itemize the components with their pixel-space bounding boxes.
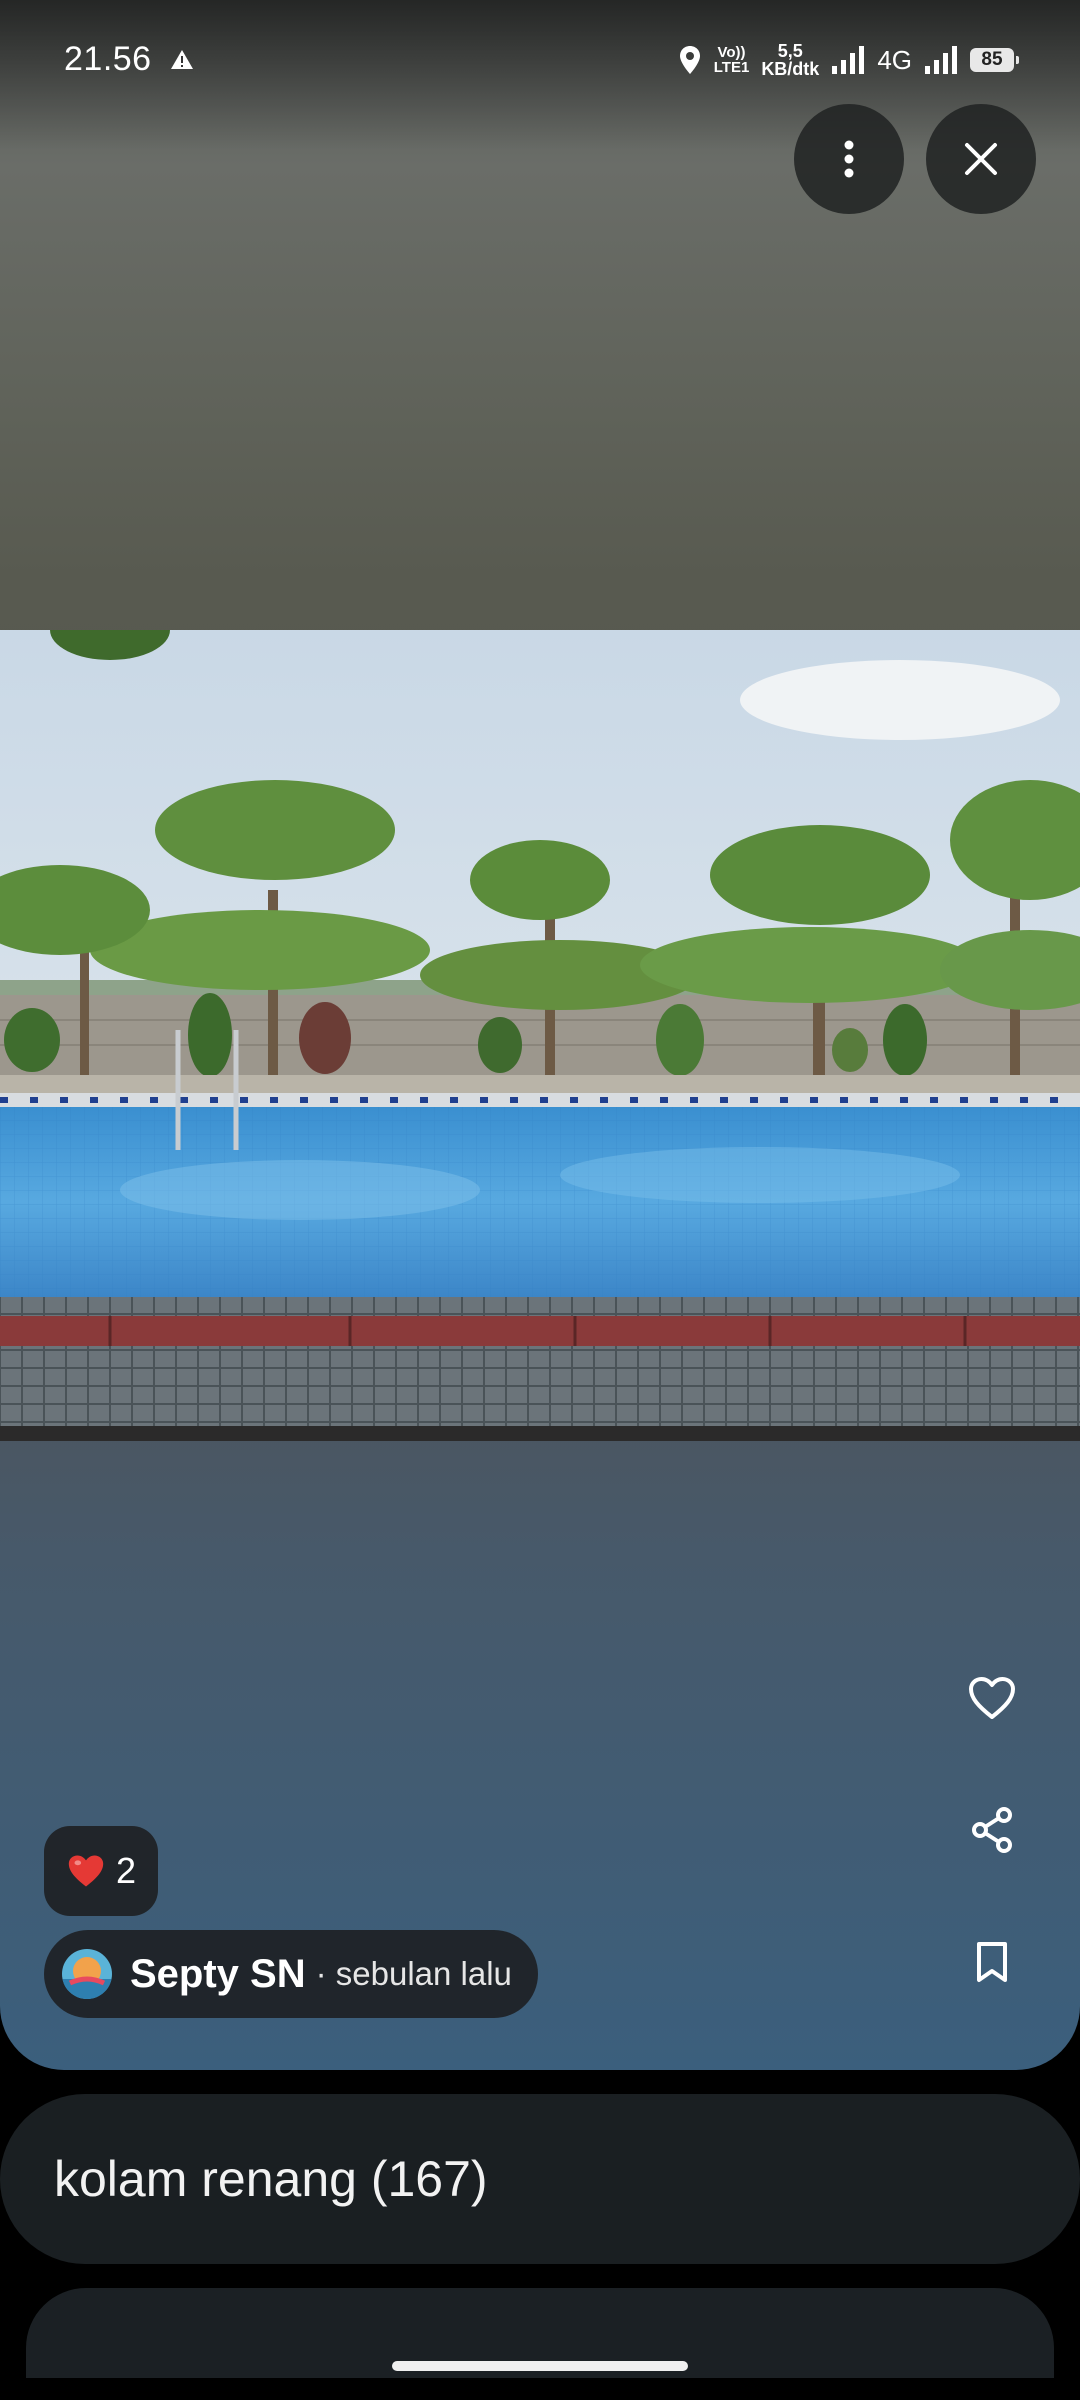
- more-options-button[interactable]: [794, 104, 904, 214]
- pool-photo[interactable]: [0, 630, 1080, 1441]
- volte-indicator: Vo)) LTE1: [713, 44, 750, 76]
- more-vert-icon: [844, 140, 854, 178]
- author-chip[interactable]: Septy SN · sebulan lalu: [44, 1930, 538, 2018]
- avatar[interactable]: [62, 1949, 112, 1999]
- save-button[interactable]: [962, 1932, 1022, 1992]
- status-bar: 21.56 Vo)) LTE1 5,5 KB/dtk 4G 85: [0, 0, 1080, 120]
- share-icon: [972, 1807, 1012, 1853]
- signal-icon: [832, 46, 865, 74]
- post-time: · sebulan lalu: [315, 1955, 512, 1992]
- status-icons: Vo)) LTE1 5,5 KB/dtk 4G 85: [678, 40, 1019, 80]
- heart-outline-icon: [969, 1677, 1015, 1719]
- album-card[interactable]: kolam renang (167): [0, 2094, 1080, 2264]
- bookmark-icon: [977, 1942, 1007, 1982]
- battery-indicator: 85: [970, 48, 1019, 72]
- network-type: 4G: [877, 44, 912, 75]
- reaction-count: 2: [116, 1850, 137, 1891]
- location-icon: [679, 46, 700, 74]
- status-time: 21.56: [64, 40, 152, 78]
- author-name[interactable]: Septy SN: [130, 1952, 306, 1997]
- home-indicator[interactable]: [392, 2361, 688, 2371]
- network-speed: 5,5 KB/dtk: [761, 41, 820, 79]
- alert-icon: [171, 50, 193, 69]
- album-title: kolam renang (167): [54, 2151, 488, 2207]
- share-button[interactable]: [962, 1800, 1022, 1860]
- photo-viewer: 21.56 Vo)) LTE1 5,5 KB/dtk 4G 85 2 Septy…: [0, 0, 1080, 2070]
- signal-icon-2: [925, 46, 957, 74]
- close-icon: [965, 143, 997, 175]
- reaction-chip[interactable]: 2: [44, 1826, 159, 1916]
- red-heart-icon: [68, 1855, 104, 1887]
- close-button[interactable]: [926, 104, 1036, 214]
- like-button[interactable]: [962, 1668, 1022, 1728]
